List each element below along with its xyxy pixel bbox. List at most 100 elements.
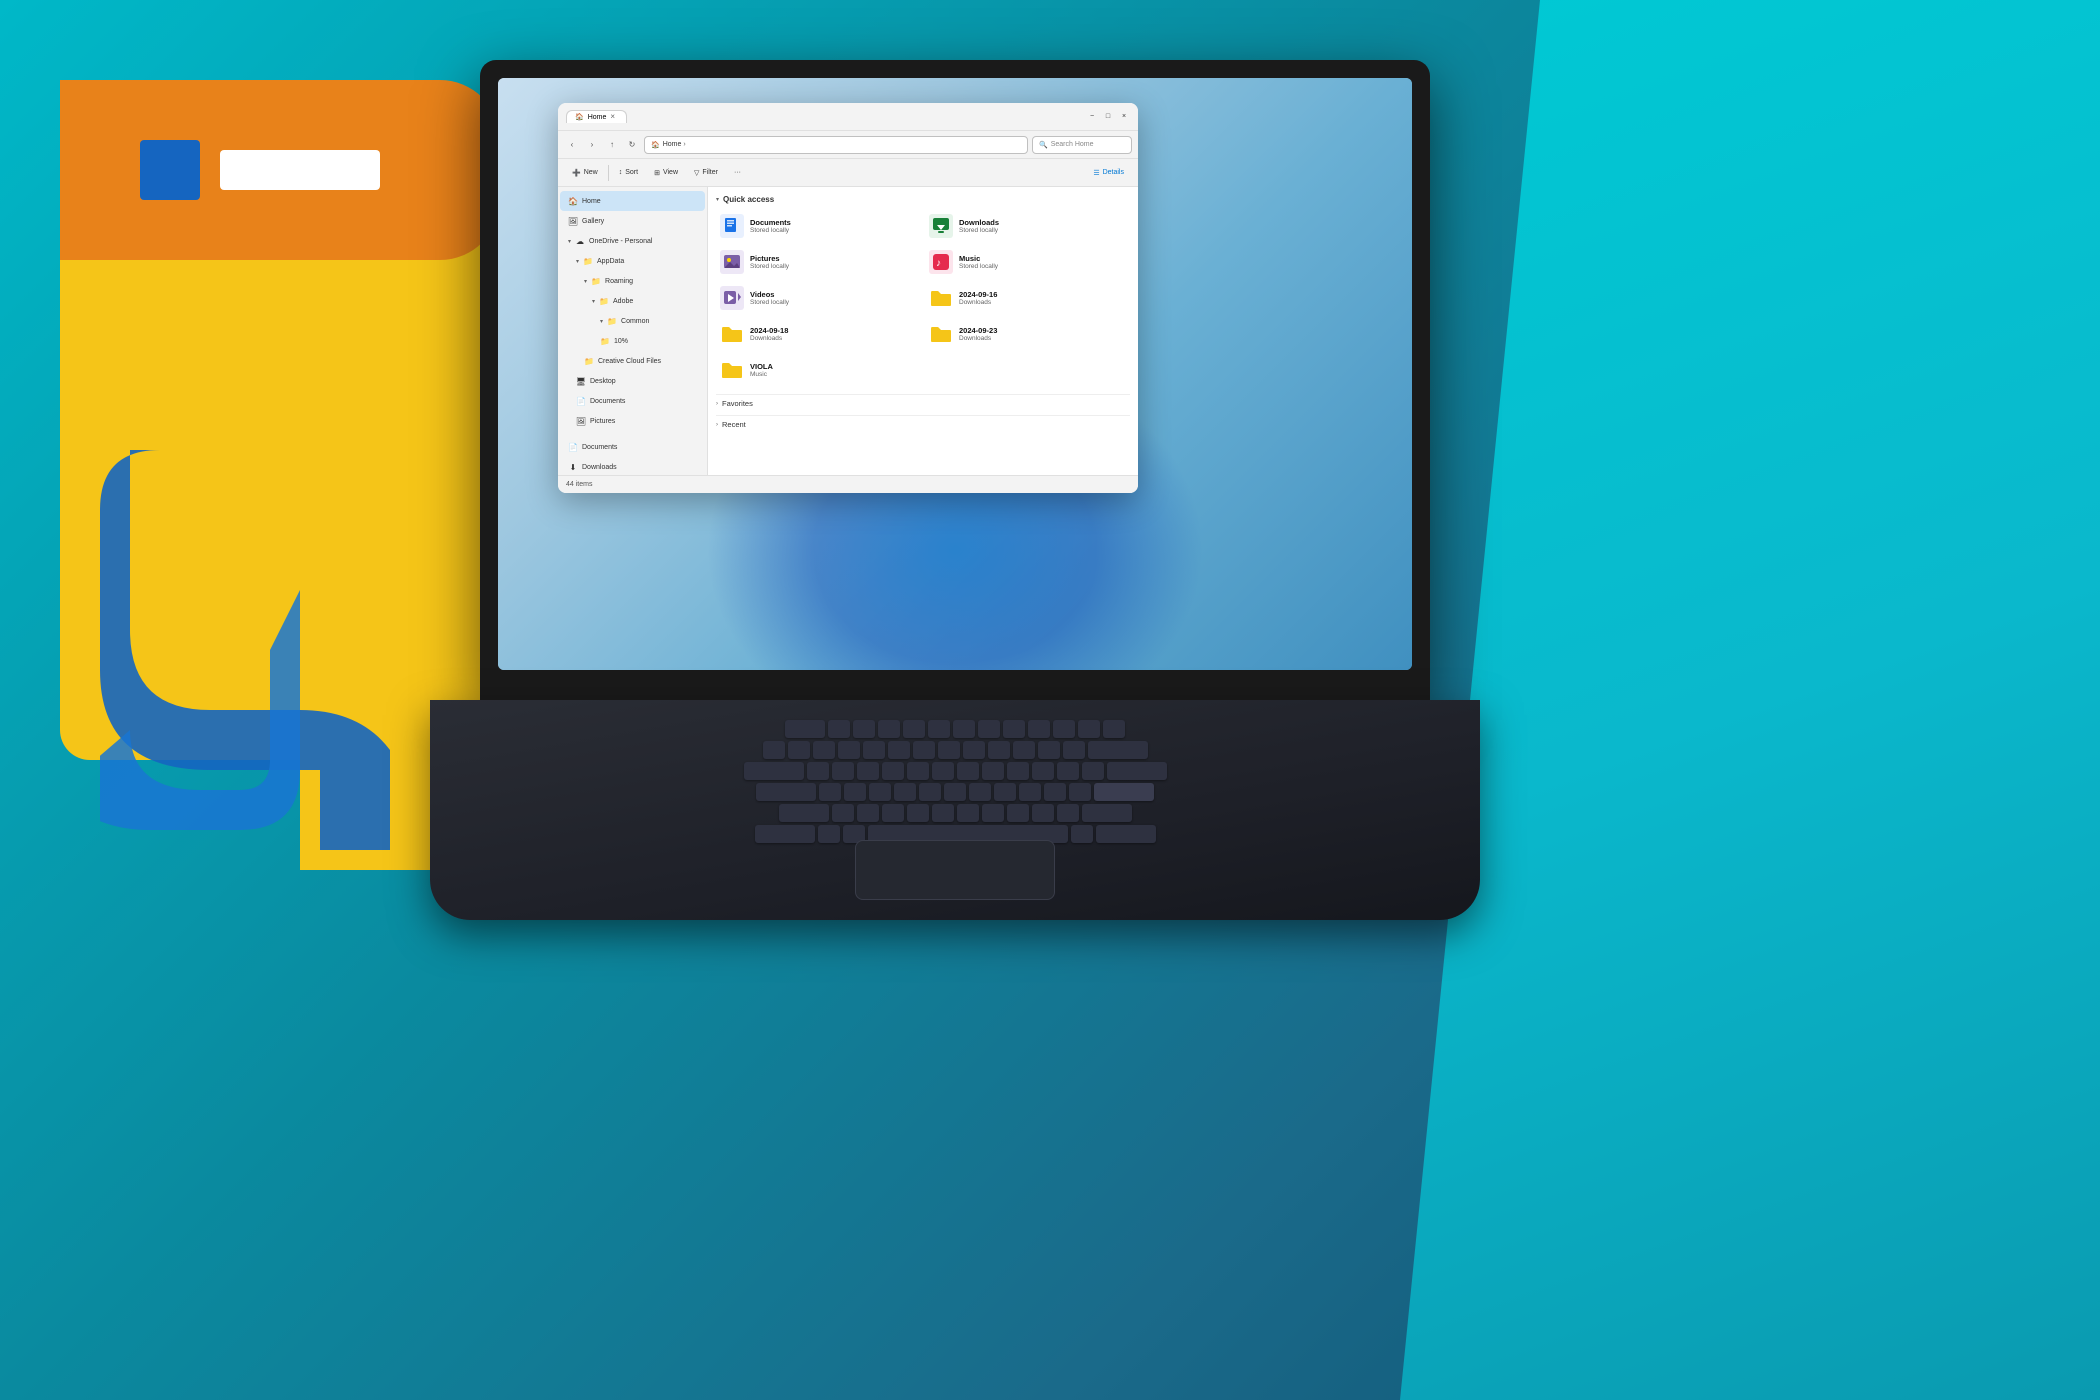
key-0 xyxy=(1013,741,1035,759)
sort-button[interactable]: ↕ Sort xyxy=(613,163,644,183)
key-period xyxy=(1032,804,1054,822)
minimize-button[interactable]: − xyxy=(1086,111,1098,123)
key-f12 xyxy=(1103,720,1125,738)
key-ctrl-l xyxy=(755,825,815,843)
key-semicolon xyxy=(1044,783,1066,801)
up-button[interactable]: ↑ xyxy=(604,137,620,153)
key-comma xyxy=(1007,804,1029,822)
key-3 xyxy=(838,741,860,759)
sidebar-item-onedrive[interactable]: ▾ ☁ OneDrive - Personal xyxy=(560,231,705,251)
documents-info: Documents Stored locally xyxy=(750,218,791,234)
close-button[interactable]: × xyxy=(1118,111,1130,123)
keyboard-row-1 xyxy=(510,720,1400,738)
key-c xyxy=(882,804,904,822)
keyboard-row-4 xyxy=(510,783,1400,801)
file-item-music[interactable]: ♪ Music Stored locally xyxy=(925,246,1130,278)
sidebar-item-gallery[interactable]: 🖼 Gallery xyxy=(560,211,705,231)
quick-access-chevron: ▾ xyxy=(716,196,719,203)
sidebar-item-desktop[interactable]: 🖥 Desktop xyxy=(560,371,705,391)
key-u xyxy=(957,762,979,780)
view-icon: ⊞ xyxy=(654,169,660,177)
tab-close-btn[interactable]: × xyxy=(610,113,618,121)
sidebar: 🏠 Home 🖼 Gallery ▾ ☁ OneDrive - Personal xyxy=(558,187,708,475)
status-bar: 44 items xyxy=(558,475,1138,493)
more-button[interactable]: ··· xyxy=(728,163,747,183)
file-item-2024-09-18[interactable]: 2024-09-18 Downloads xyxy=(716,318,921,350)
file-item-pictures[interactable]: Pictures Stored locally xyxy=(716,246,921,278)
recent-section[interactable]: › Recent xyxy=(716,415,1130,432)
music-file-icon: ♪ xyxy=(929,250,953,274)
key-7 xyxy=(938,741,960,759)
file-item-documents[interactable]: Documents Stored locally xyxy=(716,210,921,242)
search-box[interactable]: 🔍 Search Home xyxy=(1032,136,1132,154)
music-info: Music Stored locally xyxy=(959,254,998,270)
file-item-downloads[interactable]: Downloads Stored locally xyxy=(925,210,1130,242)
sidebar-pinned-downloads[interactable]: ⬇ Downloads xyxy=(560,457,705,475)
chevron-right-icon: ▾ xyxy=(576,258,579,265)
recent-chevron: › xyxy=(716,422,718,428)
sidebar-item-creative-cloud[interactable]: 📁 Creative Cloud Files xyxy=(560,351,705,371)
roaming-folder-icon: 📁 xyxy=(591,276,601,286)
folder-2024-09-23-icon xyxy=(929,322,953,346)
view-button[interactable]: ⊞ View xyxy=(648,163,684,183)
new-icon: ➕ xyxy=(572,169,581,177)
white-label xyxy=(220,150,380,190)
key-q xyxy=(807,762,829,780)
key-t xyxy=(907,762,929,780)
key-8 xyxy=(963,741,985,759)
sidebar-item-pictures[interactable]: 🖼 Pictures xyxy=(560,411,705,431)
key-minus xyxy=(1038,741,1060,759)
laptop: 🏠 Home × − □ × ‹ › ↑ xyxy=(430,60,1530,960)
filter-button[interactable]: ▽ Filter xyxy=(688,163,724,183)
tab-home[interactable]: 🏠 Home × xyxy=(566,110,627,123)
key-b xyxy=(932,804,954,822)
sidebar-item-home[interactable]: 🏠 Home xyxy=(560,191,705,211)
key-5 xyxy=(888,741,910,759)
key-rshift xyxy=(1082,804,1132,822)
key-f8 xyxy=(1003,720,1025,738)
sidebar-item-adobe[interactable]: ▾ 📁 Adobe xyxy=(560,291,705,311)
key-f9 xyxy=(1028,720,1050,738)
sidebar-item-roaming[interactable]: ▾ 📁 Roaming xyxy=(560,271,705,291)
key-esc xyxy=(785,720,825,738)
details-button[interactable]: ☰ Details xyxy=(1087,167,1130,179)
folder-10-icon: 📁 xyxy=(600,336,610,346)
back-button[interactable]: ‹ xyxy=(564,137,580,153)
key-alt-r xyxy=(1071,825,1093,843)
sidebar-item-appdata[interactable]: ▾ 📁 AppData xyxy=(560,251,705,271)
folder-2024-09-23-info: 2024-09-23 Downloads xyxy=(959,326,997,342)
file-item-2024-09-23[interactable]: 2024-09-23 Downloads xyxy=(925,318,1130,350)
key-h xyxy=(944,783,966,801)
sidebar-item-common[interactable]: ▾ 📁 Common xyxy=(560,311,705,331)
maximize-button[interactable]: □ xyxy=(1102,111,1114,123)
key-m xyxy=(982,804,1004,822)
sidebar-pinned-documents[interactable]: 📄 Documents xyxy=(560,437,705,457)
new-button[interactable]: ➕ New xyxy=(566,163,604,183)
key-x xyxy=(857,804,879,822)
sidebar-item-documents[interactable]: 📄 Documents xyxy=(560,391,705,411)
key-f10 xyxy=(1053,720,1075,738)
favorites-chevron: › xyxy=(716,401,718,407)
key-2 xyxy=(813,741,835,759)
key-lshift xyxy=(779,804,829,822)
favorites-section[interactable]: › Favorites xyxy=(716,394,1130,411)
keyboard-area xyxy=(510,720,1400,860)
address-input[interactable]: 🏠 Home › xyxy=(644,136,1028,154)
documents-icon: 📄 xyxy=(576,396,586,406)
file-item-videos[interactable]: Videos Stored locally xyxy=(716,282,921,314)
onedrive-icon: ☁ xyxy=(575,236,585,246)
file-item-viola[interactable]: VIOLA Music xyxy=(716,354,921,386)
quick-access-header[interactable]: ▾ Quick access xyxy=(716,195,1130,204)
forward-button[interactable]: › xyxy=(584,137,600,153)
file-explorer-window[interactable]: 🏠 Home × − □ × ‹ › ↑ xyxy=(558,103,1138,493)
key-d xyxy=(869,783,891,801)
sidebar-item-10[interactable]: 📁 10% xyxy=(560,331,705,351)
key-f2 xyxy=(853,720,875,738)
file-item-2024-09-16[interactable]: 2024-09-16 Downloads xyxy=(925,282,1130,314)
laptop-keyboard xyxy=(430,700,1480,920)
key-f1 xyxy=(828,720,850,738)
key-f xyxy=(894,783,916,801)
touchpad[interactable] xyxy=(855,840,1055,900)
home-icon: 🏠 xyxy=(568,196,578,206)
refresh-button[interactable]: ↻ xyxy=(624,137,640,153)
